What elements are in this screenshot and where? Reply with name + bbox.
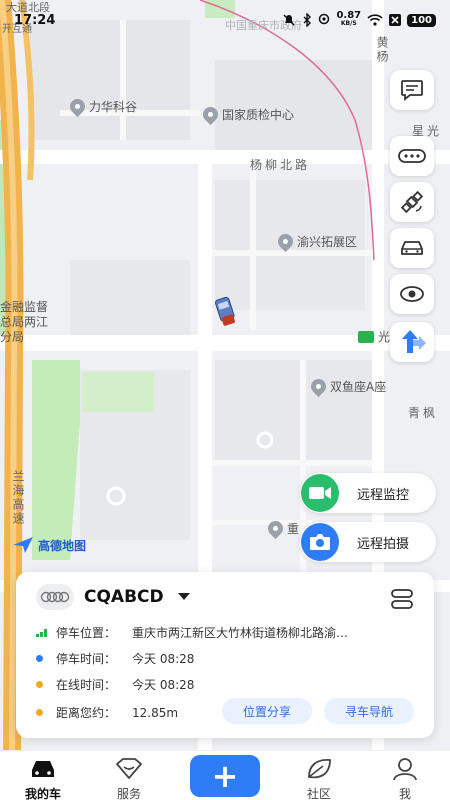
battery-indicator: 100 [407,13,436,27]
status-dot [36,681,43,688]
license-plate-button[interactable] [390,136,434,176]
license-plate-icon [398,149,426,163]
row-label: 停车时间： [56,652,117,666]
road-label-huangyang: 黄杨 [375,36,389,64]
message-button[interactable] [390,70,434,110]
road-marker-guang: 光 [358,328,390,345]
mute-bell-icon [283,14,295,26]
nav-label: 服务 [116,787,141,800]
poi-pin-icon [199,103,222,126]
row-label: 停车位置： [56,626,117,640]
network-speed: 0.87 KB/S [336,10,362,28]
status-bar: 17:24 0.87 KB/S 100 [0,0,450,40]
eye-icon [400,286,424,302]
poi-name: 重 [287,522,300,536]
my-car-icon [29,757,57,781]
row-value: 重庆市两江新区大竹林街道杨柳北路渝… [132,626,349,640]
poi-quality-center[interactable]: 国家质检中心 [199,103,295,126]
nav-community[interactable]: 社区 [289,757,349,800]
status-time: 17:24 [14,12,56,28]
car-view-button[interactable] [390,228,434,268]
no-sim-icon [389,14,402,26]
status-dot [36,655,43,662]
person-icon [391,757,419,781]
poi-pin-icon [264,517,287,540]
poi-pin-icon [66,95,89,118]
camera-icon [310,534,330,550]
remote-monitor-button[interactable]: 远程监控 [300,473,436,513]
row-label: 在线时间： [56,678,117,692]
service-icon [115,757,143,781]
nav-label: 社区 [306,787,331,800]
signal-icon [36,628,48,637]
poi-lihua[interactable]: 力华科谷 [66,95,138,118]
row-value: 12.85m [132,705,179,720]
remote-photo-label: 远程拍摄 [357,536,410,552]
poi-yuxing[interactable]: 渝兴拓展区 [274,230,358,253]
add-button[interactable]: + [190,755,260,797]
card-menu-icon[interactable] [390,588,414,610]
share-location-button[interactable]: 位置分享 [222,698,312,724]
vehicle-info-card: CQABCD 停车位置： 重庆市两江新区大竹林街道杨柳北路渝… 停车时间： 今天… [16,572,434,738]
row-value: 今天 08:28 [132,652,195,666]
road-label-yangliu-north: 杨柳北路 [250,158,311,172]
road-sign-icon [358,330,374,343]
car-location-marker[interactable] [212,296,240,334]
community-leaf-icon [305,757,333,781]
remote-photo-button[interactable]: 远程拍摄 [300,522,436,562]
poi-shuangyu[interactable]: 双鱼座A座 [307,375,387,398]
road-label-guang: 光 [378,330,391,344]
bottom-navigation: 我的车 服务 + 社区 我 [0,750,450,800]
audi-rings-icon [40,591,70,603]
message-icon [401,80,423,101]
status-dot [36,709,43,716]
network-speed-value: 0.87 [336,10,362,21]
remote-monitor-label: 远程监控 [357,487,410,503]
online-time-row: 在线时间： 今天 08:28 [36,676,194,693]
satellite-button[interactable] [390,182,434,222]
nav-service[interactable]: 服务 [99,757,159,800]
wifi-icon [367,14,383,26]
nav-my-car[interactable]: 我的车 [13,757,73,800]
amap-logo: 高德地图 [12,536,86,554]
remote-monitor-circle [301,474,339,512]
parking-location-row: 停车位置： 重庆市两江新区大竹林街道杨柳北路渝… [36,624,348,641]
view-toggle-button[interactable] [390,274,434,314]
license-plate-selector[interactable]: CQABCD [84,587,164,607]
find-car-navigation-button[interactable]: 寻车导航 [324,698,414,724]
parking-time-row: 停车时间： 今天 08:28 [36,650,194,667]
poi-name: 渝兴拓展区 [297,235,358,249]
video-camera-icon [309,487,331,499]
road-label-qingfeng: 青枫 [408,406,439,420]
row-label: 距离您约： [56,706,117,720]
nav-label: 我的车 [24,787,61,800]
nav-label: 我 [398,787,411,800]
status-icons: 0.87 KB/S 100 [282,10,436,28]
car-icon [401,241,423,255]
location-icon [319,13,330,25]
district-label: 金融监督 总局两江 分局 [0,300,49,344]
car-brand-logo [36,584,74,610]
poi-name: 力华科谷 [89,100,138,114]
nav-me[interactable]: 我 [375,757,435,800]
bluetooth-icon [303,13,312,27]
row-value: 今天 08:28 [132,678,195,692]
remote-photo-circle [301,523,339,561]
amap-logo-icon [13,537,33,553]
poi-pin-icon [274,230,297,253]
distance-row: 距离您约： 12.85m [36,704,178,721]
poi-name: 国家质检中心 [222,108,295,122]
poi-partial[interactable]: 重 [264,517,300,540]
poi-pin-icon [307,375,330,398]
network-speed-unit: KB/S [340,20,357,27]
satellite-icon [400,190,424,214]
road-label-lanhai: 兰海高速 [11,470,25,526]
poi-name: 双鱼座A座 [330,380,387,394]
navigation-arrow-icon [402,330,426,353]
car-marker-icon [214,296,235,326]
chevron-down-icon[interactable] [178,593,190,600]
locate-button[interactable] [390,322,434,362]
amap-logo-text: 高德地图 [38,538,87,553]
